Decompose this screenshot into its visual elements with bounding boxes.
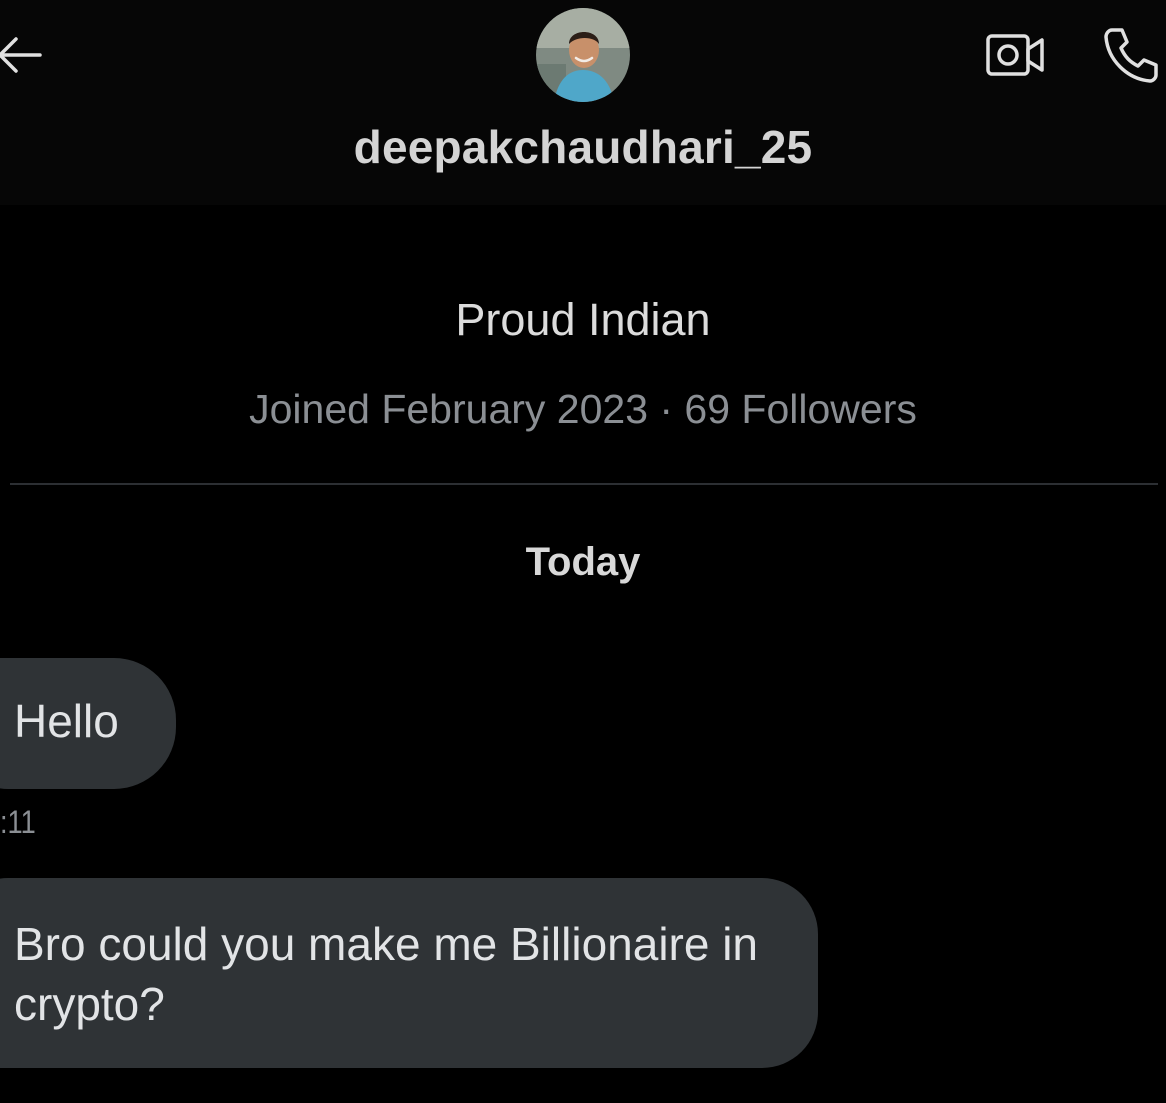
profile-photo	[536, 8, 630, 102]
message-text: Hello	[14, 695, 119, 747]
voice-call-button[interactable]	[1098, 22, 1164, 88]
message-timestamp: :11	[0, 804, 36, 840]
profile-bio: Proud Indian	[455, 294, 711, 345]
message-text: Bro could you make me Billionaire in cry…	[14, 918, 759, 1030]
date-separator: Today	[525, 540, 641, 584]
phone-icon	[1104, 28, 1158, 83]
message-bubble[interactable]: Bro could you make me Billionaire in cry…	[0, 878, 818, 1068]
chat-username[interactable]: deepakchaudhari_25	[0, 120, 1166, 174]
arrow-left-icon	[0, 37, 42, 73]
chat-header: deepakchaudhari_25	[0, 0, 1166, 205]
profile-meta: Joined February 2023 · 69 Followers	[249, 386, 917, 432]
divider	[10, 483, 1158, 485]
video-camera-icon	[986, 34, 1044, 76]
video-call-button[interactable]	[982, 28, 1048, 82]
back-button[interactable]	[0, 28, 46, 82]
message-bubble[interactable]: Hello	[0, 658, 176, 789]
avatar[interactable]	[536, 8, 630, 102]
